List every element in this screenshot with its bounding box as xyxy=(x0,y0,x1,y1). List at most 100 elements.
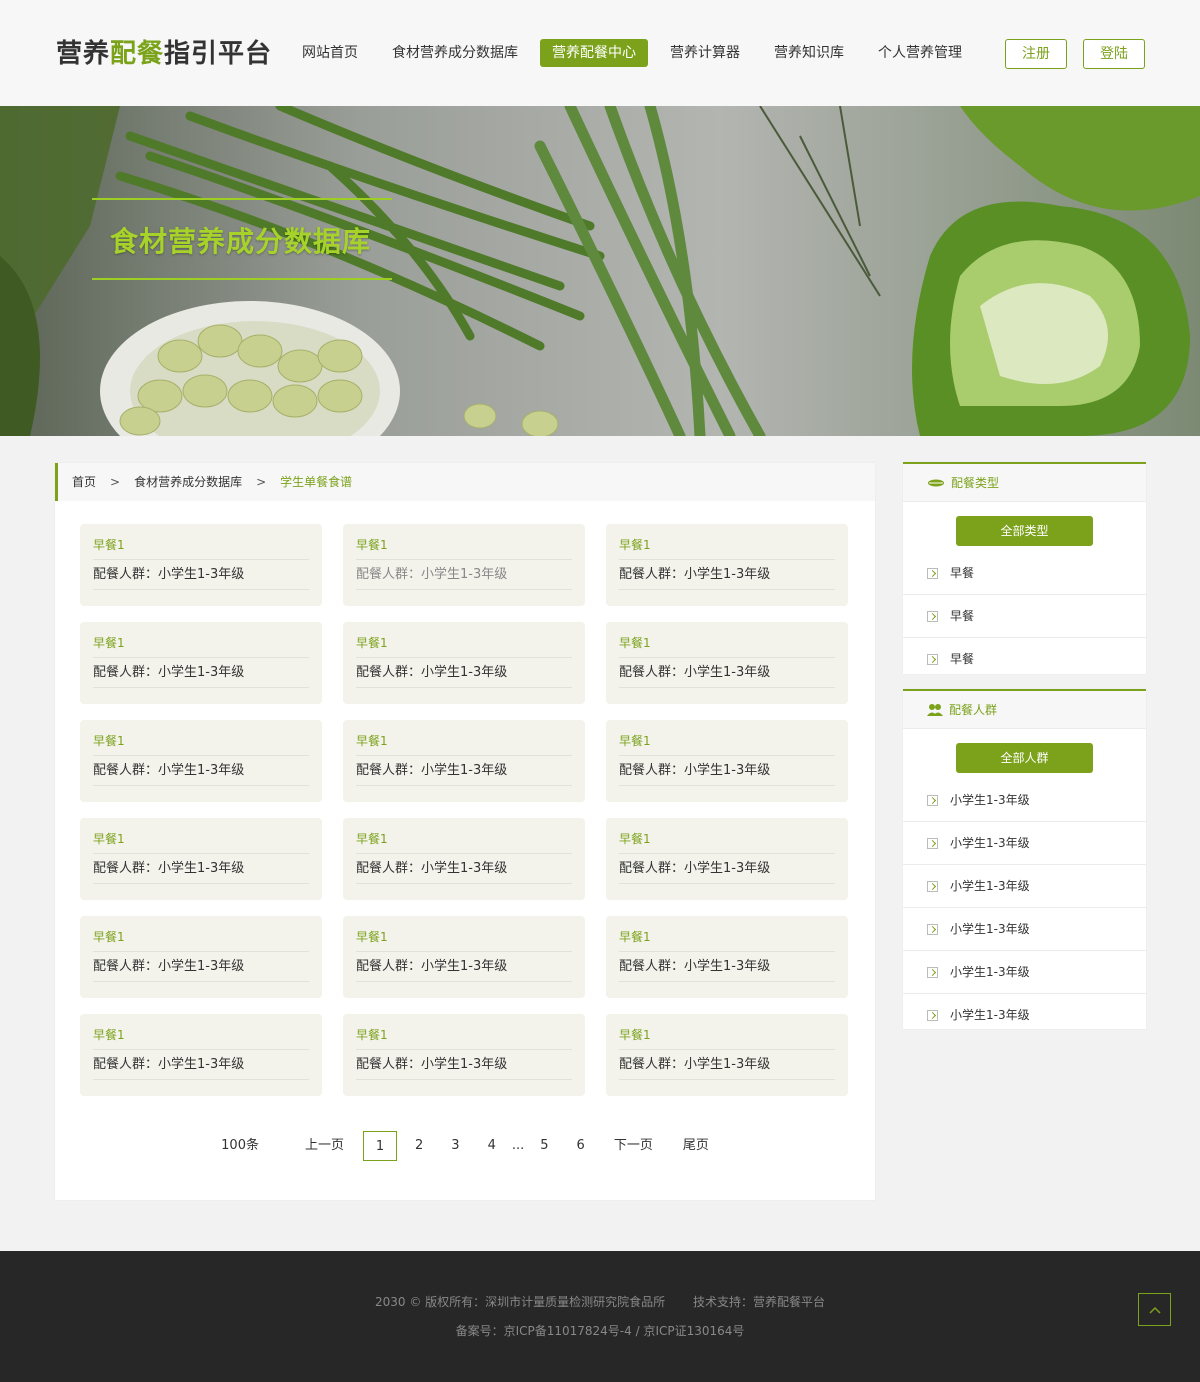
back-to-top-button[interactable] xyxy=(1138,1293,1171,1326)
all-types-button[interactable]: 全部类型 xyxy=(956,516,1093,546)
nav-item-calculator[interactable]: 营养计算器 xyxy=(658,39,752,67)
meal-card-crowd: 配餐人群：小学生1-3年级 xyxy=(619,560,835,590)
pagination-page[interactable]: 6 xyxy=(563,1131,599,1161)
pagination-page[interactable]: 2 xyxy=(401,1131,437,1161)
pagination-ellipsis: ... xyxy=(511,1138,525,1153)
meal-crowd-label: 小学生1-3年级 xyxy=(950,1008,1030,1022)
meal-card[interactable]: 早餐1 配餐人群：小学生1-3年级 xyxy=(606,720,848,802)
pagination-page-current[interactable]: 1 xyxy=(363,1131,397,1161)
pagination-page[interactable]: 5 xyxy=(526,1131,562,1161)
meal-crowd-item[interactable]: 小学生1-3年级 xyxy=(903,908,1146,951)
site-header: 营养配餐指引平台 网站首页 食材营养成分数据库 营养配餐中心 营养计算器 营养知… xyxy=(0,0,1200,106)
banner-line-top xyxy=(92,198,392,200)
meal-card-grid: 早餐1 配餐人群：小学生1-3年级 早餐1 配餐人群：小学生1-3年级 早餐1 配餐人… xyxy=(80,524,848,1096)
meal-card[interactable]: 早餐1 配餐人群：小学生1-3年级 xyxy=(343,916,585,998)
meal-crowd-item[interactable]: 小学生1-3年级 xyxy=(903,865,1146,908)
breadcrumb-level1[interactable]: 食材营养成分数据库 xyxy=(134,463,242,501)
footer-support: 技术支持：营养配餐平台 xyxy=(692,1295,825,1309)
main-content: 首页 > 食材营养成分数据库 > 学生单餐食谱 早餐1 配餐人群：小学生1-3年级… xyxy=(55,463,875,1200)
pagination-page[interactable]: 3 xyxy=(437,1131,473,1161)
nav-item-home[interactable]: 网站首页 xyxy=(290,39,370,67)
meal-card[interactable]: 早餐1 配餐人群：小学生1-3年级 xyxy=(80,622,322,704)
meal-card-crowd: 配餐人群：小学生1-3年级 xyxy=(356,658,572,688)
meal-crowd-item[interactable]: 小学生1-3年级 xyxy=(903,779,1146,822)
meal-card-title[interactable]: 早餐1 xyxy=(93,720,309,756)
meal-card[interactable]: 早餐1 配餐人群：小学生1-3年级 xyxy=(606,622,848,704)
meal-crowd-panel-header: 配餐人群 xyxy=(903,691,1146,729)
meal-card-title[interactable]: 早餐1 xyxy=(356,818,572,854)
meal-card-title[interactable]: 早餐1 xyxy=(619,720,835,756)
meal-crowd-item[interactable]: 小学生1-3年级 xyxy=(903,994,1146,1037)
meal-card[interactable]: 早餐1 配餐人群：小学生1-3年级 xyxy=(343,524,585,606)
meal-card-crowd: 配餐人群：小学生1-3年级 xyxy=(356,756,572,786)
chevron-right-icon xyxy=(927,794,938,806)
meal-type-label: 早餐 xyxy=(950,652,975,666)
meal-card-title[interactable]: 早餐1 xyxy=(93,1014,309,1050)
meal-card[interactable]: 早餐1 配餐人群：小学生1-3年级 xyxy=(343,720,585,802)
banner-line-bottom xyxy=(92,278,392,280)
pagination-next[interactable]: 下一页 xyxy=(599,1131,668,1161)
meal-card[interactable]: 早餐1 配餐人群：小学生1-3年级 xyxy=(80,1014,322,1096)
nav-item-food-database[interactable]: 食材营养成分数据库 xyxy=(380,39,530,67)
pagination-last[interactable]: 尾页 xyxy=(668,1131,724,1161)
meal-type-item[interactable]: 早餐 xyxy=(903,638,1146,681)
meal-card-title[interactable]: 早餐1 xyxy=(356,524,572,560)
meal-card[interactable]: 早餐1 配餐人群：小学生1-3年级 xyxy=(80,524,322,606)
all-crowds-button[interactable]: 全部人群 xyxy=(956,743,1093,773)
meal-card-title[interactable]: 早餐1 xyxy=(356,1014,572,1050)
nav-item-knowledge[interactable]: 营养知识库 xyxy=(762,39,856,67)
meal-card[interactable]: 早餐1 配餐人群：小学生1-3年级 xyxy=(343,1014,585,1096)
meal-card-crowd: 配餐人群：小学生1-3年级 xyxy=(93,854,309,884)
meal-card-title[interactable]: 早餐1 xyxy=(619,524,835,560)
site-footer: 2030 © 版权所有：深圳市计量质量检测研究院食品所 技术支持：营养配餐平台 … xyxy=(0,1251,1200,1382)
leaf-icon xyxy=(927,478,945,488)
meal-card-title[interactable]: 早餐1 xyxy=(356,720,572,756)
meal-card[interactable]: 早餐1 配餐人群：小学生1-3年级 xyxy=(606,916,848,998)
meal-card-title[interactable]: 早餐1 xyxy=(93,622,309,658)
meal-type-panel-title: 配餐类型 xyxy=(951,475,1000,490)
meal-card-title[interactable]: 早餐1 xyxy=(619,916,835,952)
pagination-prev[interactable]: 上一页 xyxy=(290,1131,359,1161)
site-logo[interactable]: 营养配餐指引平台 xyxy=(56,33,272,70)
meal-card-title[interactable]: 早餐1 xyxy=(619,818,835,854)
meal-type-label: 早餐 xyxy=(950,608,975,623)
meal-card[interactable]: 早餐1 配餐人群：小学生1-3年级 xyxy=(343,818,585,900)
meal-card-title[interactable]: 早餐1 xyxy=(356,622,572,658)
meal-card[interactable]: 早餐1 配餐人群：小学生1-3年级 xyxy=(80,818,322,900)
meal-card[interactable]: 早餐1 配餐人群：小学生1-3年级 xyxy=(80,720,322,802)
chevron-right-icon xyxy=(927,610,938,622)
logo-text-accent: 配餐 xyxy=(110,39,165,69)
main-nav: 网站首页 食材营养成分数据库 营养配餐中心 营养计算器 营养知识库 个人营养管理 xyxy=(290,39,984,67)
meal-type-item[interactable]: 早餐 xyxy=(903,552,1146,595)
meal-card-title[interactable]: 早餐1 xyxy=(93,916,309,952)
breadcrumb-separator: > xyxy=(256,475,267,489)
pagination-page[interactable]: 4 xyxy=(474,1131,510,1161)
meal-crowd-item[interactable]: 小学生1-3年级 xyxy=(903,951,1146,994)
register-button[interactable]: 注册 xyxy=(1005,39,1067,69)
login-button[interactable]: 登陆 xyxy=(1083,39,1145,69)
meal-type-panel: 配餐类型 全部类型 早餐 早餐 早餐 xyxy=(903,462,1146,674)
meal-card-crowd: 配餐人群：小学生1-3年级 xyxy=(93,756,309,786)
breadcrumb-home[interactable]: 首页 xyxy=(72,463,96,501)
chevron-up-icon xyxy=(1148,1303,1161,1317)
meal-type-item[interactable]: 早餐 xyxy=(903,595,1146,638)
meal-card-title[interactable]: 早餐1 xyxy=(93,818,309,854)
meal-card[interactable]: 早餐1 配餐人群：小学生1-3年级 xyxy=(606,524,848,606)
logo-text-post: 指引平台 xyxy=(164,39,273,69)
chevron-right-icon xyxy=(927,837,938,849)
meal-card[interactable]: 早餐1 配餐人群：小学生1-3年级 xyxy=(343,622,585,704)
meal-crowd-item[interactable]: 小学生1-3年级 xyxy=(903,822,1146,865)
banner-title: 食材营养成分数据库 xyxy=(110,225,372,258)
meal-card[interactable]: 早餐1 配餐人群：小学生1-3年级 xyxy=(606,1014,848,1096)
meal-card[interactable]: 早餐1 配餐人群：小学生1-3年级 xyxy=(606,818,848,900)
nav-item-meal-center[interactable]: 营养配餐中心 xyxy=(540,39,648,67)
meal-card-title[interactable]: 早餐1 xyxy=(356,916,572,952)
meal-card-title[interactable]: 早餐1 xyxy=(619,1014,835,1050)
users-icon xyxy=(927,703,943,717)
meal-card-crowd: 配餐人群：小学生1-3年级 xyxy=(619,952,835,982)
meal-card[interactable]: 早餐1 配餐人群：小学生1-3年级 xyxy=(80,916,322,998)
breadcrumb-current: 学生单餐食谱 xyxy=(280,475,353,489)
meal-card-title[interactable]: 早餐1 xyxy=(619,622,835,658)
nav-item-personal[interactable]: 个人营养管理 xyxy=(866,39,974,67)
meal-card-title[interactable]: 早餐1 xyxy=(93,524,309,560)
